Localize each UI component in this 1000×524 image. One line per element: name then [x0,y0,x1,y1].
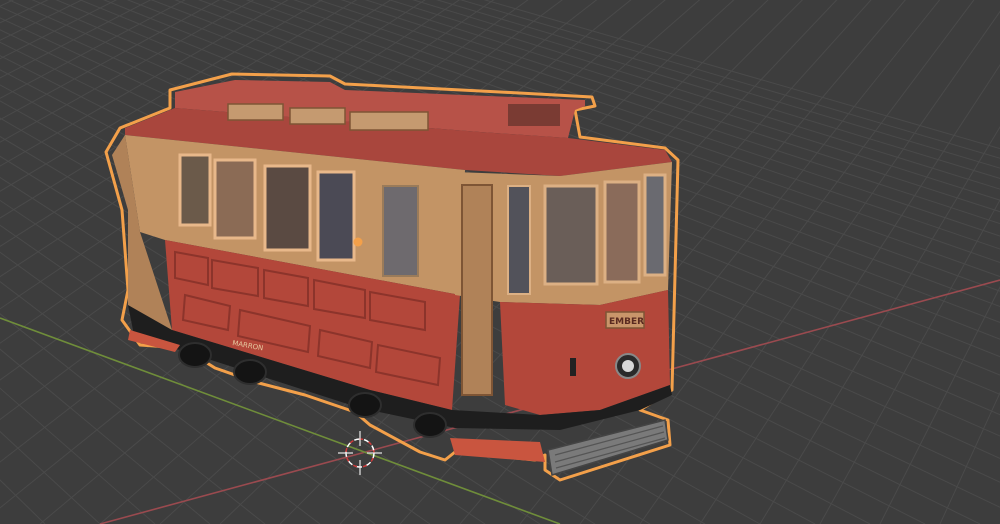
roof-vent [508,104,560,126]
side-window [316,170,356,262]
grid-line [0,0,6,524]
front-window [603,180,641,284]
side-window [178,153,212,227]
grid-line [0,430,101,524]
grid-line [879,285,1000,524]
destination-plate-text: EMBER [609,317,644,327]
3d-viewport[interactable]: MARRON EMBER [0,0,1000,524]
viewport-canvas[interactable]: MARRON EMBER [0,0,1000,524]
object-origin-point[interactable] [353,237,363,247]
front-window [507,185,531,295]
tram-model[interactable]: MARRON EMBER [104,72,680,482]
clerestory-window [349,111,429,131]
clerestory-window [227,103,284,121]
grid-line [699,64,1000,524]
side-window [263,164,312,252]
front-handle [570,358,576,376]
headlight-lens [622,360,634,372]
side-door-window [382,185,419,277]
grid-line [819,198,1000,524]
clerestory-window [289,107,346,125]
grid-line [0,0,60,524]
front-step [450,438,545,462]
front-door [461,184,493,396]
side-window [213,158,257,240]
front-window [643,173,667,277]
front-window [543,184,599,286]
